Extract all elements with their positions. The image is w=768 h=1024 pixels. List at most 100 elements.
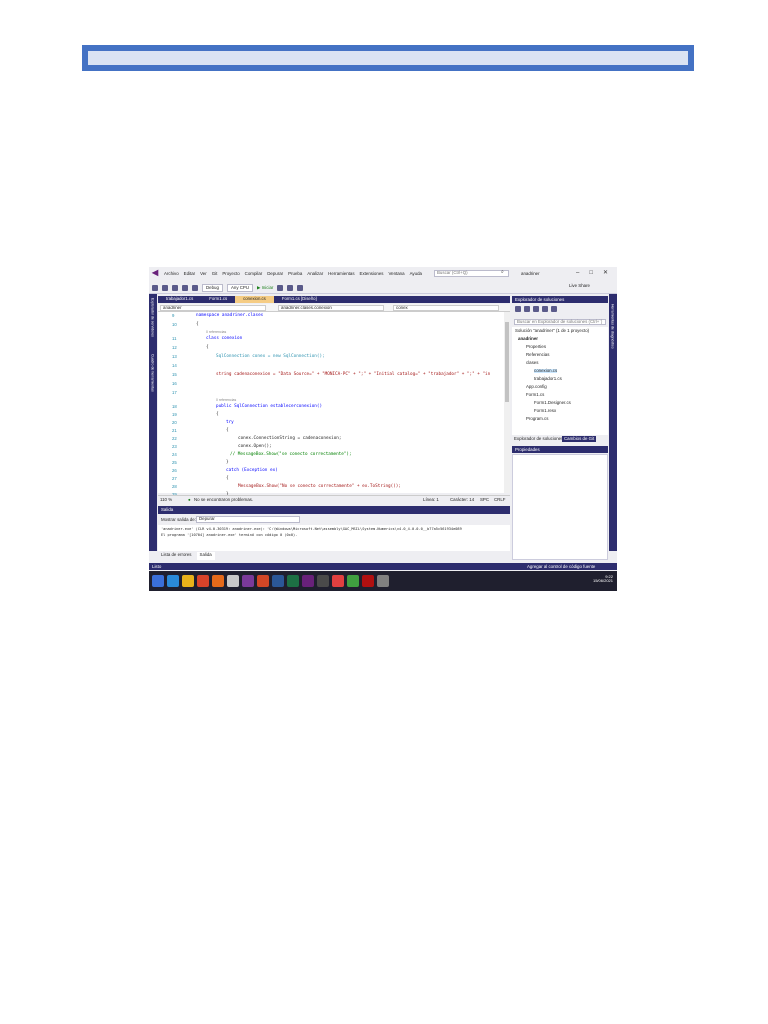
vs-status-bar: Listo Agregar al control de código fuent… <box>149 563 617 570</box>
tree-item[interactable]: conexion.cs <box>534 368 558 374</box>
tree-item[interactable]: trabajador1.cs <box>534 376 562 381</box>
menu-git[interactable]: Git <box>212 271 218 276</box>
navigation-bar: anadriner anadriner.clases.conexion cone… <box>158 304 510 312</box>
tab-form1[interactable]: Form1.cs <box>201 296 235 303</box>
properties-icon[interactable] <box>551 306 557 312</box>
menu-extensiones[interactable]: Extensiones <box>360 271 384 276</box>
close-icon[interactable]: ✕ <box>603 270 608 276</box>
member-dropdown[interactable]: conex <box>393 305 499 311</box>
menu-analizar[interactable]: Analizar <box>307 271 323 276</box>
menu-depurar[interactable]: Depurar <box>267 271 283 276</box>
tab-conexion[interactable]: conexion.cs <box>235 296 274 303</box>
app-icon[interactable] <box>227 575 239 587</box>
toolbox-tab[interactable]: Cuadro de herramientas <box>150 354 155 392</box>
live-share-button[interactable]: Live Share <box>569 283 590 288</box>
menu-archivo[interactable]: Archivo <box>164 271 179 276</box>
tab-solution-explorer[interactable]: Explorador de soluciones <box>514 436 563 441</box>
save-all-icon[interactable] <box>182 285 188 292</box>
home-icon[interactable] <box>515 306 521 312</box>
editor-scroll-thumb[interactable] <box>505 322 509 402</box>
app-icon[interactable] <box>317 575 329 587</box>
toolbar-tool-icon[interactable] <box>287 285 294 292</box>
properties-panel[interactable] <box>512 454 608 560</box>
tab-form1-design[interactable]: Form1.cs [Diseño] <box>274 296 325 303</box>
taskbar-clock[interactable]: 9:22 15/06/2021 <box>593 575 613 583</box>
menu-compilar[interactable]: Compilar <box>245 271 263 276</box>
tree-item[interactable]: App.config <box>526 384 547 389</box>
undo-icon[interactable] <box>192 285 198 292</box>
start-icon[interactable] <box>152 575 164 587</box>
output-line: El programa '[10704] anadriner.exe' term… <box>161 533 298 537</box>
app-icon[interactable] <box>347 575 359 587</box>
menu-editar[interactable]: Editar <box>184 271 195 276</box>
search-input[interactable]: Buscar (Ctrl+Q) <box>434 270 509 277</box>
code-reference-hint[interactable]: 0 referencias <box>206 330 226 335</box>
code-editor[interactable]: 9 10 11 12 13 14 15 16 17 18 19 20 21 22… <box>158 312 510 497</box>
menu-ver[interactable]: Ver <box>200 271 207 276</box>
tab-output[interactable]: Salida <box>196 552 215 560</box>
excel-icon[interactable] <box>287 575 299 587</box>
class-dropdown[interactable]: anadriner.clases.conexion <box>278 305 384 311</box>
word-icon[interactable] <box>272 575 284 587</box>
diagnostic-tools-tab[interactable]: Herramientas de diagnóstico <box>610 304 615 349</box>
toolbar-tool-icon[interactable] <box>277 285 284 292</box>
menu-ventana[interactable]: Ventana <box>388 271 404 276</box>
tree-item[interactable]: Program.cs <box>526 416 548 421</box>
code-reference-hint[interactable]: 0 referencias <box>216 398 236 403</box>
app-icon[interactable] <box>377 575 389 587</box>
menu-ayuda[interactable]: Ayuda <box>410 271 422 276</box>
menu-proyecto[interactable]: Proyecto <box>222 271 239 276</box>
tree-item[interactable]: anadriner <box>518 336 538 341</box>
tree-item[interactable]: Form1.Designer.cs <box>534 400 571 405</box>
refresh-icon[interactable] <box>533 306 539 312</box>
tree-item[interactable]: Form1.cs <box>526 392 544 397</box>
tree-item[interactable]: Referencias <box>526 352 549 357</box>
minimize-icon[interactable]: – <box>576 270 579 276</box>
tree-item[interactable]: Properties <box>526 344 546 349</box>
onenote-icon[interactable] <box>242 575 254 587</box>
menu-prueba[interactable]: Prueba <box>288 271 302 276</box>
save-icon[interactable] <box>172 285 178 292</box>
tree-item[interactable]: Solución "anadriner" (1 de 1 proyecto) <box>515 328 589 333</box>
output-text-area[interactable]: 'anadriner.exe' (CLR v4.0.30319: anadrin… <box>158 525 510 551</box>
toolbar-tool-icon[interactable] <box>297 285 304 292</box>
line-number: 13 <box>172 354 177 359</box>
menu-herramientas[interactable]: Herramientas <box>328 271 354 276</box>
app-icon[interactable] <box>332 575 344 587</box>
tab-error-list[interactable]: Lista de errores <box>158 552 195 560</box>
back-icon[interactable] <box>152 285 158 292</box>
firefox-icon[interactable] <box>212 575 224 587</box>
output-toolbar: Mostrar salida de: Depurar <box>158 515 510 524</box>
issues-status[interactable]: No se encontraron problemas. <box>194 497 253 502</box>
powerpoint-icon[interactable] <box>257 575 269 587</box>
properties-title: Propiedades <box>515 447 540 452</box>
zoom-level[interactable]: 110 % <box>160 497 172 502</box>
output-source-dropdown[interactable]: Depurar <box>196 516 300 523</box>
tree-item[interactable]: Form1.resx <box>534 408 556 413</box>
maximize-icon[interactable]: □ <box>589 270 593 276</box>
visual-studio-icon[interactable] <box>302 575 314 587</box>
code-line: { <box>216 412 219 417</box>
start-button[interactable]: ▶ Iniciar <box>257 285 273 290</box>
new-project-icon[interactable] <box>162 285 168 292</box>
tab-trabajador1[interactable]: trabajador1.cs <box>158 296 201 303</box>
server-explorer-tab[interactable]: Explorador de servidores <box>150 298 155 337</box>
platform-dropdown[interactable]: Any CPU <box>226 284 254 293</box>
char-indicator: Carácter: 14 <box>450 497 475 502</box>
configuration-dropdown[interactable]: Debug <box>202 284 223 293</box>
sync-icon[interactable] <box>524 306 530 312</box>
line-number: 22 <box>172 436 177 441</box>
acrobat-icon[interactable] <box>362 575 374 587</box>
tree-item[interactable]: clases <box>526 360 538 365</box>
user-name[interactable]: anadriner <box>521 271 540 276</box>
edge-icon[interactable] <box>167 575 179 587</box>
source-control-button[interactable]: Agregar al control de código fuente <box>527 564 595 569</box>
project-dropdown[interactable]: anadriner <box>160 305 266 311</box>
explorer-icon[interactable] <box>182 575 194 587</box>
mode-indicator: SPC <box>480 497 490 502</box>
solution-search-input[interactable]: Buscar en Explorador de soluciones (Ctrl… <box>514 319 606 325</box>
tab-git-changes[interactable]: Cambios de Git <box>562 436 597 443</box>
chrome-icon[interactable] <box>197 575 209 587</box>
code-line: conex.Open(); <box>238 444 272 449</box>
collapse-icon[interactable] <box>542 306 548 312</box>
